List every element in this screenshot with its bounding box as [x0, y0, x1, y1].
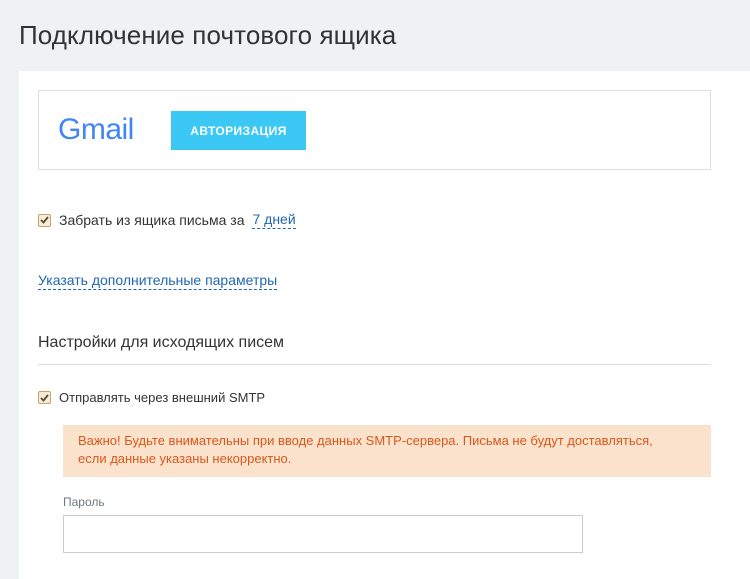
smtp-label: Отправлять через внешний SMTP: [59, 390, 266, 405]
outgoing-section-title: Настройки для исходящих писем: [38, 334, 285, 351]
page-title: Подключение почтового ящика: [19, 20, 397, 50]
gmail-logo-text: Gmail: [58, 113, 134, 146]
checkmark-icon: [40, 393, 49, 402]
extra-params-link[interactable]: Указать дополнительные параметры: [38, 272, 278, 290]
section-divider: [38, 364, 711, 365]
mailbox-settings-panel: Gmail АВТОРИЗАЦИЯ Забрать из ящика письм…: [19, 71, 750, 579]
password-input[interactable]: [63, 515, 583, 553]
gmail-provider-box: Gmail АВТОРИЗАЦИЯ: [38, 90, 711, 170]
smtp-checkbox[interactable]: [38, 391, 51, 404]
checkmark-icon: [40, 216, 49, 224]
smtp-warning-line2: если данные указаны некорректно.: [78, 451, 292, 466]
smtp-warning-line1: Важно! Будьте внимательны при вводе данн…: [78, 433, 653, 448]
authorize-button[interactable]: АВТОРИЗАЦИЯ: [171, 111, 306, 150]
smtp-row: Отправлять через внешний SMTP: [38, 390, 265, 405]
password-label: Пароль: [63, 495, 105, 509]
fetch-mail-checkbox[interactable]: [38, 213, 51, 227]
smtp-warning: Важно! Будьте внимательны при вводе данн…: [63, 425, 711, 477]
fetch-mail-row: Забрать из ящика письма за 7 дней: [38, 211, 296, 229]
fetch-period-selector[interactable]: 7 дней: [252, 211, 296, 229]
fetch-mail-label: Забрать из ящика письма за: [59, 212, 245, 228]
gmail-logo: Gmail: [58, 113, 134, 146]
